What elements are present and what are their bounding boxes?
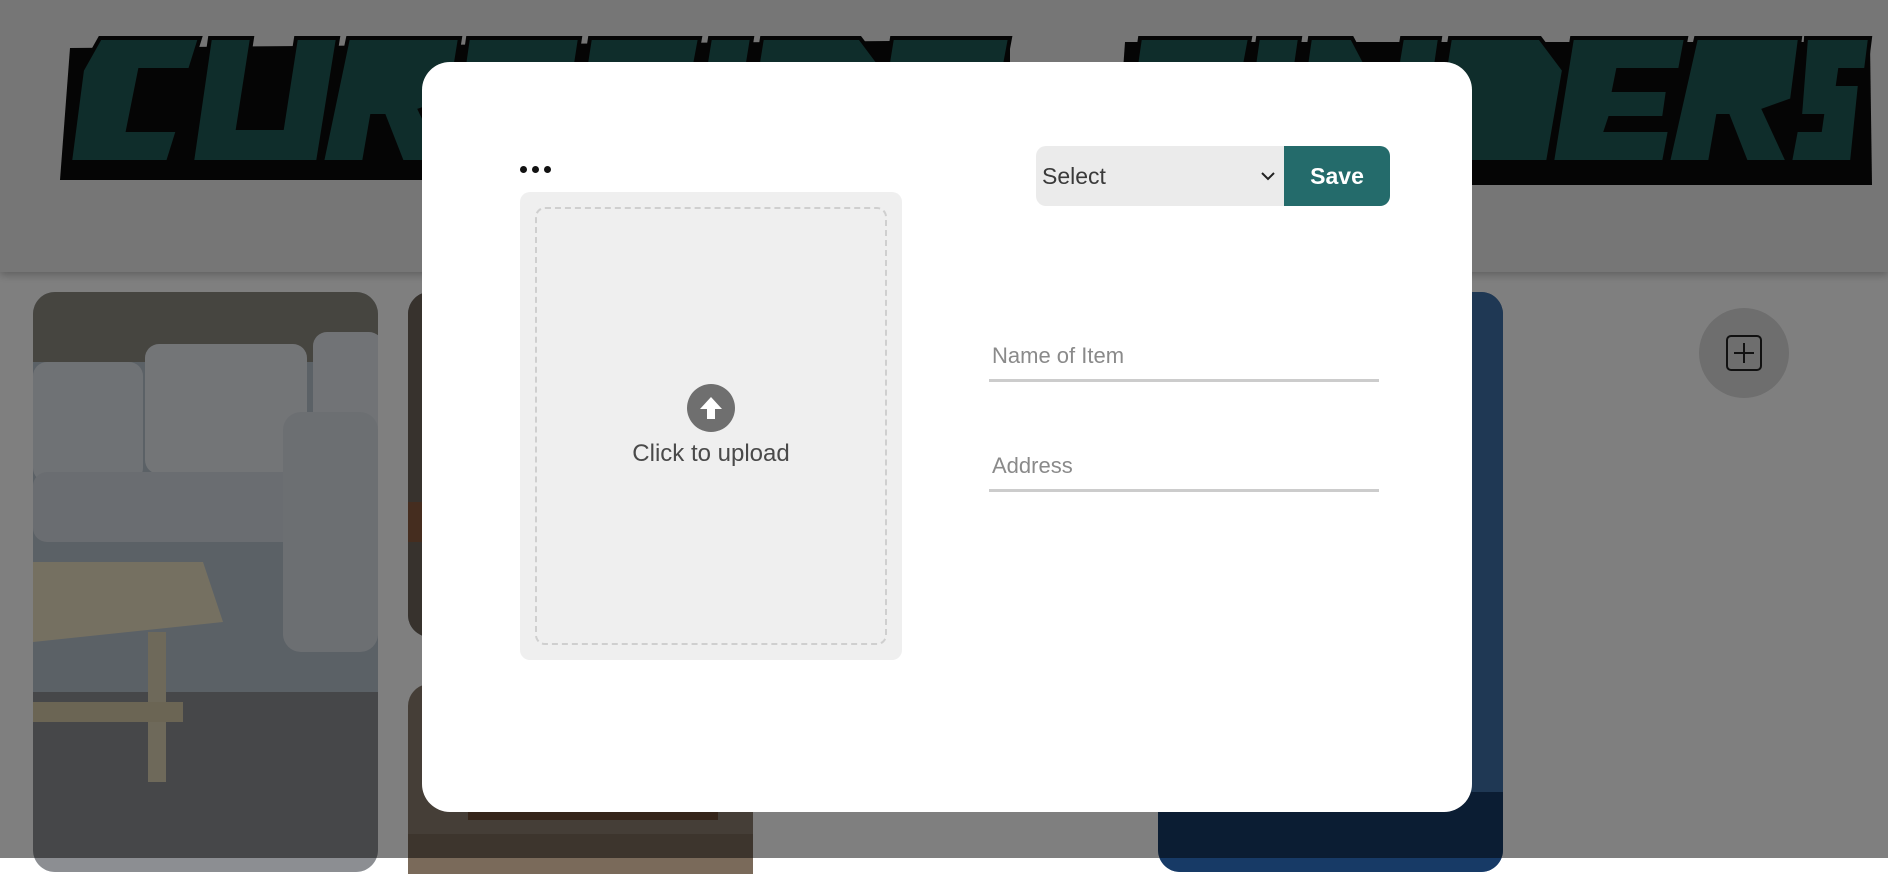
- chevron-down-icon: [1261, 172, 1275, 181]
- address-input[interactable]: [989, 442, 1379, 492]
- item-name-input[interactable]: [989, 332, 1379, 382]
- upload-label: Click to upload: [632, 440, 790, 467]
- more-dots-icon[interactable]: [520, 166, 551, 173]
- upload-dropzone[interactable]: Click to upload: [535, 207, 887, 645]
- category-select-value: Select: [1042, 162, 1106, 189]
- save-button[interactable]: Save: [1284, 146, 1390, 206]
- upload-panel: Click to upload: [520, 192, 902, 660]
- arrow-up-circle-icon: [687, 384, 735, 432]
- category-select[interactable]: Select: [1036, 146, 1284, 206]
- add-item-modal: Click to upload Select Save: [422, 62, 1472, 812]
